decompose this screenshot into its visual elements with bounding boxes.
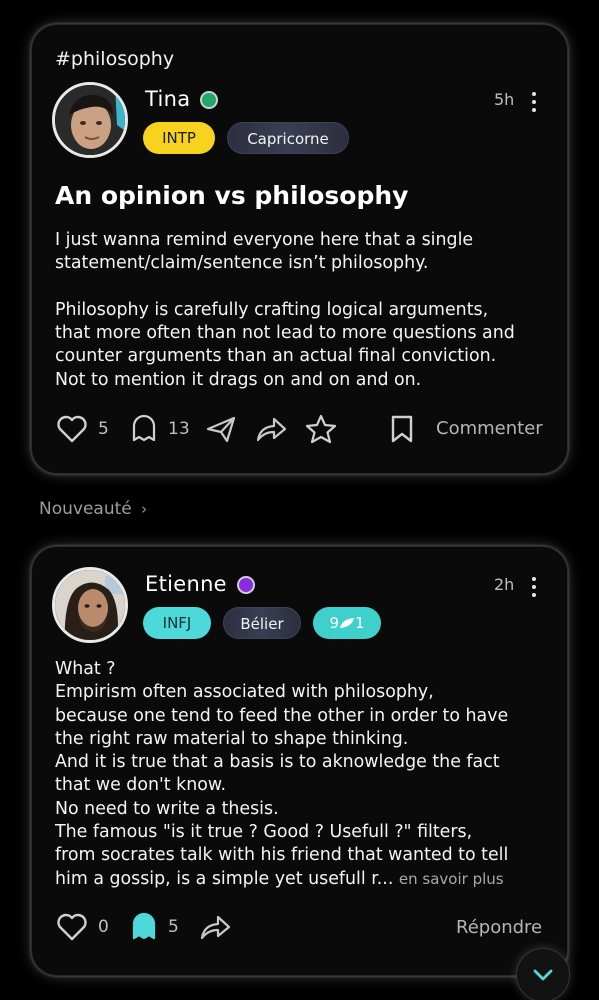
like-count: 0 <box>98 917 109 937</box>
post-time: 5h <box>494 90 515 109</box>
post-title[interactable]: An opinion vs philosophy <box>55 181 408 210</box>
post-time: 2h <box>494 575 515 594</box>
heart-icon <box>57 913 87 941</box>
body-line: from socrates talk with his friend that … <box>55 845 509 866</box>
avatar[interactable] <box>52 567 128 643</box>
body-line: What ? <box>55 659 116 679</box>
body-line: And it is true that a basis is to aknowl… <box>55 752 500 773</box>
bookmark-icon <box>391 415 413 443</box>
ghost-comment-icon <box>132 414 156 442</box>
body-line: statement/claim/sentence isn’t philosoph… <box>55 253 429 274</box>
like-count: 5 <box>98 419 109 439</box>
chevron-down-icon <box>533 969 553 981</box>
body-line: Not to mention it drags on and on and on… <box>55 369 422 390</box>
ghost-comment-icon <box>132 912 156 940</box>
share-button[interactable] <box>254 415 288 443</box>
author-name[interactable]: Etienne <box>145 572 227 596</box>
like-button[interactable]: 0 <box>56 912 109 942</box>
status-gem-icon <box>200 91 218 109</box>
post-body[interactable]: I just wanna remind everyone here that a… <box>55 229 515 392</box>
heart-icon <box>57 415 87 443</box>
share-button[interactable] <box>198 913 232 941</box>
reply-link[interactable]: Répondre <box>456 917 542 938</box>
send-icon <box>206 416 236 443</box>
share-icon <box>200 915 231 940</box>
personality-badge[interactable]: INTP <box>143 122 215 154</box>
body-line: that we don't know. <box>55 775 227 796</box>
leaf-icon <box>340 618 354 628</box>
post-hashtag[interactable]: #philosophy <box>55 48 174 70</box>
chevron-right-icon: › <box>141 500 148 518</box>
section-nouveaute[interactable]: Nouveauté › <box>39 499 147 519</box>
like-button[interactable]: 5 <box>56 414 109 444</box>
level-suffix: 1 <box>355 614 365 632</box>
level-value: 9 <box>329 614 339 632</box>
body-line: the right raw material to shape thinking… <box>55 728 409 749</box>
comment-count: 5 <box>168 917 179 937</box>
avatar[interactable] <box>52 82 128 158</box>
more-icon[interactable] <box>531 92 537 112</box>
body-line: counter arguments than an actual final c… <box>55 346 497 367</box>
body-line-last: him a gossip, is a simple yet usefull r.… <box>55 868 508 891</box>
comment-button[interactable]: 5 <box>130 912 179 942</box>
author-name[interactable]: Tina <box>145 87 190 111</box>
bookmark-button[interactable] <box>389 414 415 444</box>
send-button[interactable] <box>205 415 237 443</box>
personality-badge[interactable]: INFJ <box>143 607 211 639</box>
share-icon <box>256 417 287 442</box>
body-line: because one tend to feed the other in or… <box>55 705 509 726</box>
comment-count: 13 <box>168 419 190 439</box>
favorite-button[interactable] <box>305 414 337 444</box>
zodiac-badge[interactable]: Bélier <box>223 607 301 639</box>
body-line: Philosophy is carefully crafting logical… <box>55 299 489 320</box>
section-label: Nouveauté <box>39 499 132 519</box>
star-icon <box>305 414 337 444</box>
comment-link[interactable]: Commenter <box>436 418 543 439</box>
zodiac-badge[interactable]: Capricorne <box>227 122 349 154</box>
more-icon[interactable] <box>531 577 537 597</box>
body-line: him a gossip, is a simple yet usefull r.… <box>55 868 394 889</box>
post-card[interactable]: Etienne 2h INFJ Bélier 91 What ? Empiris… <box>31 546 568 976</box>
body-line: Empirism often associated with philosoph… <box>55 682 434 703</box>
body-line <box>55 276 515 299</box>
body-line: I just wanna remind everyone here that a… <box>55 230 474 250</box>
see-more-link[interactable]: en savoir plus <box>399 870 504 888</box>
scroll-down-button[interactable] <box>516 948 570 1000</box>
post-body[interactable]: What ? Empirism often associated with ph… <box>55 658 508 891</box>
body-line: that more often than not lead to more qu… <box>55 323 515 344</box>
body-line: No need to write a thesis. <box>55 798 279 819</box>
comment-button[interactable]: 13 <box>130 414 190 444</box>
post-card[interactable]: #philosophy Tina 5h INTP Capricorne An o… <box>31 24 568 474</box>
body-line: The famous "is it true ? Good ? Usefull … <box>55 822 473 843</box>
status-gem-icon <box>237 576 255 594</box>
level-badge[interactable]: 91 <box>313 607 381 639</box>
